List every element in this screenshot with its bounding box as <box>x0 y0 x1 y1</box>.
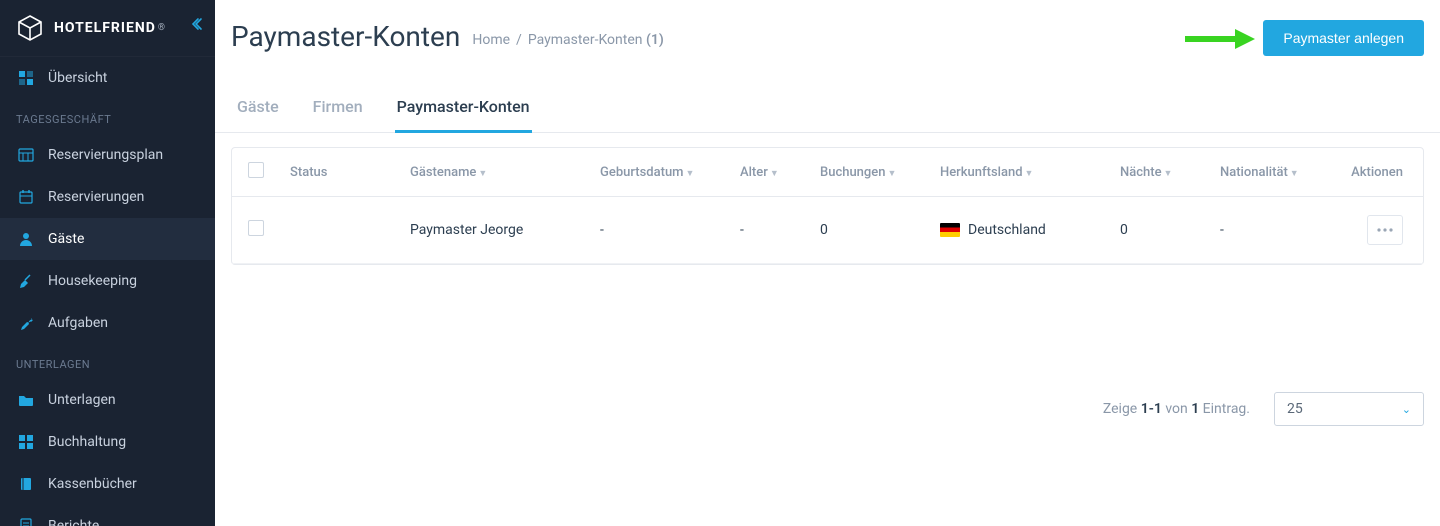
table-row[interactable]: Paymaster Jeorge - - 0 Deutschland 0 - <box>232 197 1423 264</box>
breadcrumb-current: Paymaster-Konten <box>528 32 643 48</box>
col-country[interactable]: Herkunftsland▼ <box>930 148 1110 197</box>
wrench-icon <box>16 313 36 333</box>
brand-row: HOTELFRIEND® <box>0 0 215 57</box>
ledger-icon <box>16 432 36 452</box>
page-title: Paymaster-Konten <box>231 20 460 53</box>
caret-down-icon: ▼ <box>1025 169 1034 179</box>
col-nationality[interactable]: Nationalität▼ <box>1210 148 1340 197</box>
caret-down-icon: ▼ <box>478 169 487 179</box>
chevron-down-icon: ⌄ <box>1402 403 1411 416</box>
row-actions-button[interactable] <box>1367 215 1403 245</box>
caret-down-icon: ▼ <box>1290 169 1299 179</box>
sidebar-item-gaeste[interactable]: Gäste <box>0 218 215 260</box>
cell-country: Deutschland <box>930 197 1110 264</box>
col-bookings[interactable]: Buchungen▼ <box>810 148 930 197</box>
sidebar-item-label: Reservierungsplan <box>48 147 163 163</box>
col-guestname[interactable]: Gästename▼ <box>400 148 590 197</box>
sidebar-item-label: Aufgaben <box>48 315 108 331</box>
flag-de-icon <box>940 223 960 237</box>
sidebar-item-label: Gäste <box>48 231 84 247</box>
brand-name: HOTELFRIEND <box>54 20 156 36</box>
sidebar-item-label: Kassenbücher <box>48 476 137 492</box>
brand-reg-icon: ® <box>158 23 165 33</box>
breadcrumb-sep: / <box>516 32 522 48</box>
page-size-value: 25 <box>1287 401 1303 417</box>
sidebar-item-kassenbuecher[interactable]: Kassenbücher <box>0 463 215 505</box>
col-nights[interactable]: Nächte▼ <box>1110 148 1210 197</box>
cell-guestname: Paymaster Jeorge <box>400 197 590 264</box>
sidebar-item-reservierungsplan[interactable]: Reservierungsplan <box>0 134 215 176</box>
breadcrumb-home-link[interactable]: Home <box>472 32 510 48</box>
calendar-grid-icon <box>16 145 36 165</box>
sidebar-item-aufgaben[interactable]: Aufgaben <box>0 302 215 344</box>
col-dob[interactable]: Geburtsdatum▼ <box>590 148 730 197</box>
tab-firmen[interactable]: Firmen <box>311 97 365 133</box>
sidebar-item-reservierungen[interactable]: Reservierungen <box>0 176 215 218</box>
breadcrumb: Home / Paymaster-Konten (1) <box>472 32 663 48</box>
sidebar-section-daily: TAGESGESCHÄFT <box>0 99 215 134</box>
page-size-select[interactable]: 25 ⌄ <box>1274 392 1424 426</box>
sidebar-item-berichte[interactable]: Berichte <box>0 505 215 526</box>
select-all-checkbox[interactable] <box>248 162 264 178</box>
sidebar-item-housekeeping[interactable]: Housekeeping <box>0 260 215 302</box>
tab-gaeste[interactable]: Gäste <box>235 97 281 133</box>
col-status: Status <box>280 148 400 197</box>
caret-down-icon: ▼ <box>887 169 896 179</box>
sidebar-item-label: Housekeeping <box>48 273 137 289</box>
report-icon <box>16 516 36 526</box>
col-age[interactable]: Alter▼ <box>730 148 810 197</box>
user-icon <box>16 229 36 249</box>
pagination-info: Zeige 1-1 von 1 Eintrag. <box>1103 401 1250 417</box>
cell-bookings: 0 <box>810 197 930 264</box>
sidebar-item-label: Übersicht <box>48 70 107 86</box>
grid-icon <box>16 68 36 88</box>
annotation-arrow-icon <box>1185 26 1255 56</box>
caret-down-icon: ▼ <box>770 169 779 179</box>
cell-dob: - <box>590 197 730 264</box>
paymaster-anlegen-button[interactable]: Paymaster anlegen <box>1263 20 1424 56</box>
sidebar-item-label: Unterlagen <box>48 392 116 408</box>
brand-cube-icon <box>16 14 44 42</box>
broom-icon <box>16 271 36 291</box>
breadcrumb-count: (1) <box>646 32 664 48</box>
sidebar-item-label: Reservierungen <box>48 189 144 205</box>
collapse-sidebar-icon[interactable] <box>191 16 207 36</box>
sidebar-item-label: Berichte <box>48 518 99 526</box>
sidebar-item-label: Buchhaltung <box>48 434 126 450</box>
sidebar-section-docs: UNTERLAGEN <box>0 344 215 379</box>
book-icon <box>16 474 36 494</box>
sidebar-item-overview[interactable]: Übersicht <box>0 57 215 99</box>
folder-icon <box>16 390 36 410</box>
sidebar-item-buchhaltung[interactable]: Buchhaltung <box>0 421 215 463</box>
cell-status <box>280 197 400 264</box>
col-actions: Aktionen <box>1340 148 1423 197</box>
cell-nationality: - <box>1210 197 1340 264</box>
tab-paymaster-konten[interactable]: Paymaster-Konten <box>395 97 532 133</box>
cell-nights: 0 <box>1110 197 1210 264</box>
calendar-icon <box>16 187 36 207</box>
cell-age: - <box>730 197 810 264</box>
sidebar-item-unterlagen[interactable]: Unterlagen <box>0 379 215 421</box>
caret-down-icon: ▼ <box>686 169 695 179</box>
row-checkbox[interactable] <box>248 220 264 236</box>
caret-down-icon: ▼ <box>1164 169 1173 179</box>
